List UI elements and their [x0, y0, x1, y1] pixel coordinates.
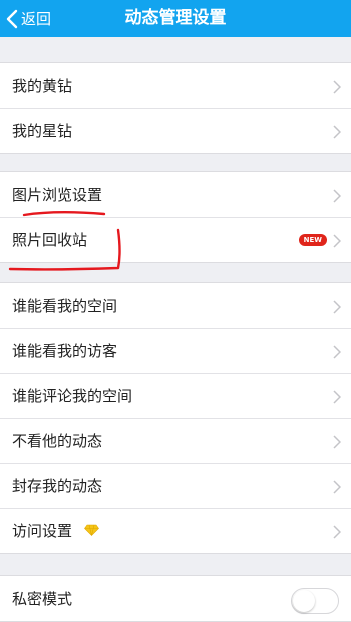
list-item-star-diamond[interactable]: 我的星钻: [0, 108, 351, 153]
section-photos: 图片浏览设置 照片回收站 NEW: [0, 171, 351, 263]
section-diamonds: 我的黄钻 我的星钻: [0, 62, 351, 154]
title-bar: 返回 动态管理设置: [0, 0, 351, 37]
chevron-right-icon: [333, 524, 342, 543]
yellow-diamond-icon: [84, 521, 99, 540]
list-item-label: 私密模式: [12, 590, 73, 608]
new-badge: NEW: [298, 233, 327, 246]
list-item-label: 图片浏览设置: [12, 186, 103, 204]
chevron-right-icon: [333, 79, 342, 98]
list-item-label: 我的黄钻: [12, 77, 73, 95]
list-item-who-can-view-visitors[interactable]: 谁能看我的访客: [0, 328, 351, 373]
list-item-label: 谁能看我的空间: [12, 297, 118, 315]
list-item-label: 谁能评论我的空间: [12, 387, 133, 405]
list-item-access-settings[interactable]: 访问设置: [0, 508, 351, 553]
list-item-label: 谁能看我的访客: [12, 342, 118, 360]
chevron-right-icon: [333, 479, 342, 498]
chevron-right-icon: [333, 434, 342, 453]
list-item-yellow-diamond[interactable]: 我的黄钻: [0, 63, 351, 108]
toggle-knob: [293, 590, 315, 612]
list-item-label: 照片回收站: [12, 231, 88, 249]
page-title: 动态管理设置: [124, 8, 227, 28]
list-item-photo-recycle-bin[interactable]: 照片回收站 NEW: [0, 217, 351, 262]
list-item-who-can-comment[interactable]: 谁能评论我的空间: [0, 373, 351, 418]
list-item-hide-their-feed[interactable]: 不看他的动态: [0, 418, 351, 463]
chevron-right-icon: [333, 233, 342, 252]
list-item-label: 访问设置: [12, 522, 73, 540]
chevron-right-icon: [333, 344, 342, 363]
private-mode-toggle[interactable]: [291, 588, 339, 614]
list-item-who-can-view-space[interactable]: 谁能看我的空间: [0, 283, 351, 328]
section-privacy: 谁能看我的空间 谁能看我的访客 谁能评论我的空间 不看他的动态 封存我的动态 访…: [0, 282, 351, 554]
section-private-mode: 私密模式: [0, 575, 351, 622]
list-item-image-browse-settings[interactable]: 图片浏览设置: [0, 172, 351, 217]
list-item-private-mode[interactable]: 私密模式: [0, 576, 351, 621]
list-item-label: 封存我的动态: [12, 477, 103, 495]
list-item-label: 我的星钻: [12, 122, 73, 140]
chevron-right-icon: [333, 299, 342, 318]
chevron-right-icon: [333, 124, 342, 143]
list-item-label: 不看他的动态: [12, 432, 103, 450]
chevron-right-icon: [333, 188, 342, 207]
list-item-archive-my-feed[interactable]: 封存我的动态: [0, 463, 351, 508]
chevron-right-icon: [333, 389, 342, 408]
